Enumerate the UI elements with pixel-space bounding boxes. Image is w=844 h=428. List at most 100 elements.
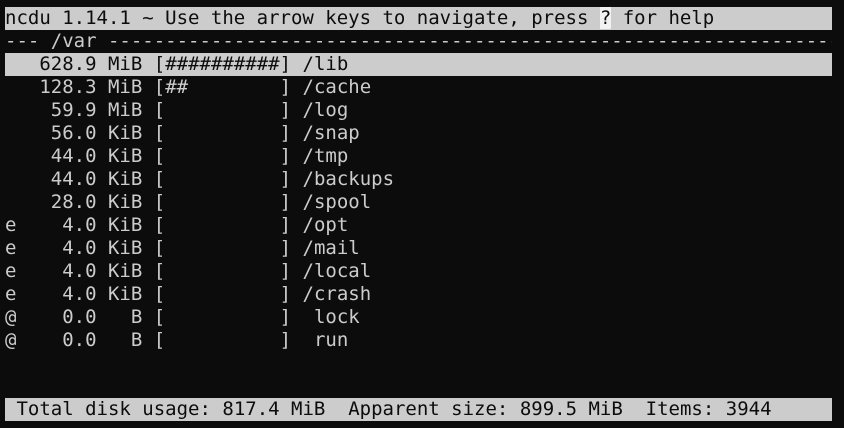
entry-flag xyxy=(5,53,16,75)
entry-flag: e xyxy=(5,237,17,259)
entry-unit: MiB xyxy=(107,76,143,98)
usage-bar-fill xyxy=(165,306,279,328)
usage-bar-fill xyxy=(165,329,279,351)
entry-size: 44.0 xyxy=(50,168,97,190)
items-label: Items: xyxy=(645,398,715,420)
usage-bar: [ ] xyxy=(153,237,292,259)
directory-entry[interactable]: @0.0 B [ ] run xyxy=(5,329,832,352)
entry-name: run xyxy=(302,329,349,351)
usage-bar: [ ] xyxy=(153,122,292,144)
directory-listing: 628.9 MiB [##########] /lib 128.3 MiB [#… xyxy=(5,53,832,352)
directory-entry[interactable]: 44.0 KiB [ ] /backups xyxy=(5,168,832,191)
usage-bar-fill xyxy=(165,168,279,190)
entry-flag xyxy=(5,168,16,190)
usage-bar-fill xyxy=(165,214,279,236)
directory-entry[interactable]: 28.0 KiB [ ] /spool xyxy=(5,191,832,214)
directory-entry[interactable]: e 4.0 KiB [ ] /local xyxy=(5,260,832,283)
entry-size: 4.0 xyxy=(62,283,97,305)
usage-bar-fill: ## xyxy=(165,76,280,98)
directory-entry[interactable]: 59.9 MiB [ ] /log xyxy=(5,99,832,122)
entry-size: 56.0 xyxy=(50,122,97,144)
entry-size: 0.0 xyxy=(62,306,97,328)
entry-unit: MiB xyxy=(107,53,143,75)
entry-name: /spool xyxy=(302,191,372,213)
usage-bar-fill xyxy=(165,283,279,305)
entry-name: /crash xyxy=(302,283,372,305)
entry-unit: KiB xyxy=(107,260,143,282)
entry-unit: KiB xyxy=(107,168,143,190)
usage-bar: [##########] xyxy=(153,53,292,75)
entry-name: /backups xyxy=(302,168,395,190)
usage-bar: [ ] xyxy=(153,191,292,213)
title-text: ncdu 1.14.1 ~ Use the arrow keys to navi… xyxy=(5,7,600,29)
directory-entry[interactable]: @0.0 B [ ] lock xyxy=(5,306,832,329)
directory-entry[interactable]: 128.3 MiB [## ] /cache xyxy=(5,76,832,99)
entry-size: 4.0 xyxy=(62,260,97,282)
entry-unit: KiB xyxy=(107,237,143,259)
entry-size: 128.3 xyxy=(39,76,97,98)
directory-entry[interactable]: 628.9 MiB [##########] /lib xyxy=(5,53,832,76)
directory-entry[interactable]: e 4.0 KiB [ ] /opt xyxy=(5,214,832,237)
entry-flag: e xyxy=(5,260,17,282)
apparent-size-label: Apparent size: xyxy=(348,398,509,420)
usage-bar: [## ] xyxy=(153,76,292,98)
entry-flag: @ xyxy=(5,329,17,351)
entry-unit: B xyxy=(107,306,143,328)
entry-name: /lib xyxy=(302,53,349,75)
entry-size: 59.9 xyxy=(50,99,97,121)
directory-entry[interactable]: 44.0 KiB [ ] /tmp xyxy=(5,145,832,168)
status-bar: Total disk usage: 817.4 MiB Apparent siz… xyxy=(5,398,832,421)
usage-bar: [ ] xyxy=(153,145,292,167)
current-path: --- /var -------------------------------… xyxy=(5,30,832,52)
entry-unit: KiB xyxy=(107,283,143,305)
entry-unit: KiB xyxy=(107,214,143,236)
entry-name: /tmp xyxy=(302,145,349,167)
directory-entry[interactable]: e 4.0 KiB [ ] /crash xyxy=(5,283,832,306)
entry-flag xyxy=(5,122,16,144)
total-disk-usage-value: 817.4 MiB xyxy=(222,398,326,420)
entry-unit: KiB xyxy=(107,122,143,144)
title-help-text: for help xyxy=(611,7,715,29)
entry-name: /local xyxy=(302,260,372,282)
entry-flag xyxy=(5,191,16,213)
entry-flag: e xyxy=(5,283,17,305)
usage-bar: [ ] xyxy=(153,329,292,351)
entry-size: 0.0 xyxy=(62,329,97,351)
directory-entry[interactable]: 56.0 KiB [ ] /snap xyxy=(5,122,832,145)
entry-size: 44.0 xyxy=(50,145,97,167)
entry-flag xyxy=(5,99,16,121)
usage-bar: [ ] xyxy=(153,168,292,190)
usage-bar-fill xyxy=(165,99,279,121)
help-key[interactable]: ? xyxy=(599,7,612,29)
entry-name: /cache xyxy=(302,76,372,98)
apparent-size-value: 899.5 MiB xyxy=(519,398,623,420)
entry-name: /opt xyxy=(302,214,349,236)
usage-bar-fill xyxy=(165,191,279,213)
entry-size: 4.0 xyxy=(62,214,97,236)
usage-bar-fill xyxy=(165,145,279,167)
usage-bar: [ ] xyxy=(153,283,292,305)
entry-flag xyxy=(5,76,16,98)
usage-bar: [ ] xyxy=(153,306,292,328)
entry-flag xyxy=(5,145,16,167)
usage-bar-fill xyxy=(165,237,279,259)
entry-size: 28.0 xyxy=(50,191,97,213)
entry-size: 4.0 xyxy=(62,237,97,259)
entry-unit: KiB xyxy=(107,145,143,167)
entry-unit: B xyxy=(107,329,143,351)
entry-name: /mail xyxy=(302,237,360,259)
items-value: 3944 xyxy=(725,398,772,420)
entry-flag: @ xyxy=(5,306,17,328)
directory-entry[interactable]: e 4.0 KiB [ ] /mail xyxy=(5,237,832,260)
usage-bar-fill xyxy=(165,260,279,282)
entry-name: /snap xyxy=(302,122,360,144)
entry-unit: MiB xyxy=(107,99,143,121)
total-disk-usage-label: Total disk usage: xyxy=(16,398,211,420)
title-bar: ncdu 1.14.1 ~ Use the arrow keys to navi… xyxy=(5,7,832,30)
usage-bar: [ ] xyxy=(153,99,292,121)
entry-flag: e xyxy=(5,214,17,236)
entry-name: lock xyxy=(302,306,360,328)
entry-unit: KiB xyxy=(107,191,143,213)
usage-bar: [ ] xyxy=(153,260,292,282)
entry-name: /log xyxy=(302,99,349,121)
